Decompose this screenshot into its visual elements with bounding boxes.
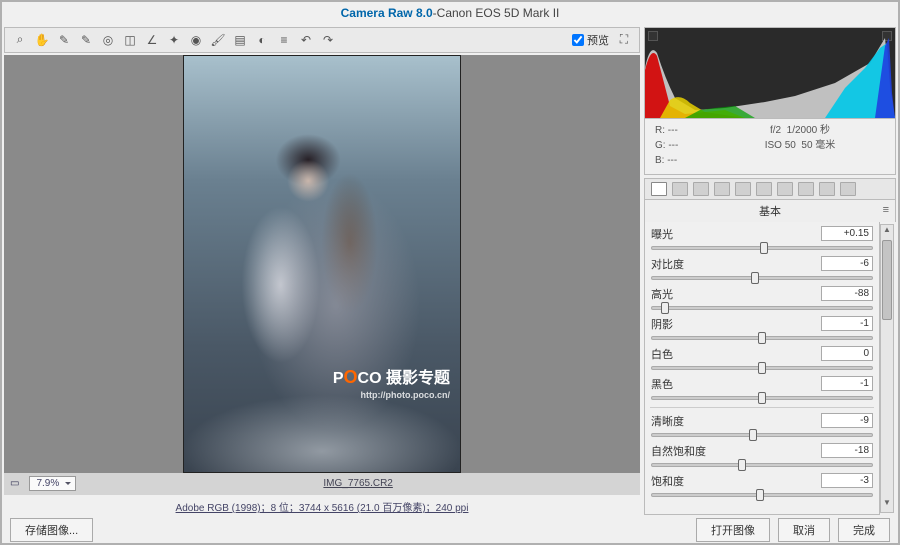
- slider-label-saturation: 饱和度: [651, 473, 817, 489]
- scroll-thumb[interactable]: [882, 240, 892, 320]
- rotate-right-icon[interactable]: ↷: [321, 33, 335, 47]
- tab-lens[interactable]: [756, 182, 772, 196]
- prefs-icon[interactable]: ≡: [277, 33, 291, 47]
- zoom-select[interactable]: 7.9%: [29, 476, 76, 491]
- tab-fx[interactable]: [777, 182, 793, 196]
- panel-scrollbar[interactable]: ▲ ▼: [880, 224, 894, 513]
- exif-panel: R: --- G: --- B: --- f/2 1/2000 秒 ISO 50…: [644, 119, 896, 175]
- preview-toggle[interactable]: 预览: [572, 32, 609, 48]
- tab-calib[interactable]: [798, 182, 814, 196]
- done-button[interactable]: 完成: [838, 518, 890, 542]
- histogram[interactable]: [644, 27, 896, 119]
- sliders-panel: 曝光 +0.15 对比度 -6 高光 -88 阴影 -1 白色 0 黑色 -1 清晰度 -9 自然饱和度 -1…: [644, 222, 880, 515]
- radial-filter-icon[interactable]: ◐: [255, 33, 269, 47]
- tab-presets[interactable]: [819, 182, 835, 196]
- slider-contrast: 对比度 -6: [648, 254, 876, 284]
- slider-saturation: 饱和度 -3: [648, 471, 876, 501]
- slider-track-highlights[interactable]: [651, 306, 873, 310]
- panel-title: 基本 ≡: [644, 200, 896, 222]
- slider-value-whites[interactable]: 0: [821, 346, 873, 361]
- slider-value-exposure[interactable]: +0.15: [821, 226, 873, 241]
- fullscreen-icon[interactable]: ⛶: [617, 33, 631, 47]
- filename-label: IMG_7765.CR2: [76, 478, 640, 489]
- slider-track-whites[interactable]: [651, 366, 873, 370]
- slider-blacks: 黑色 -1: [648, 374, 876, 404]
- targeted-adjust-icon[interactable]: ◎: [101, 33, 115, 47]
- workflow-info[interactable]: Adobe RGB (1998)；8 位；3744 x 5616 (21.0 百…: [2, 497, 642, 517]
- panel-menu-icon[interactable]: ≡: [883, 204, 889, 216]
- color-sampler-icon[interactable]: ✎: [79, 33, 93, 47]
- slider-value-clarity[interactable]: -9: [821, 413, 873, 428]
- slider-track-exposure[interactable]: [651, 246, 873, 250]
- slider-label-exposure: 曝光: [651, 226, 817, 242]
- slider-value-vibrance[interactable]: -18: [821, 443, 873, 458]
- scroll-down-icon[interactable]: ▼: [881, 498, 893, 512]
- panel-tabs: [644, 178, 896, 200]
- slider-exposure: 曝光 +0.15: [648, 224, 876, 254]
- save-image-button[interactable]: 存储图像...: [10, 518, 93, 542]
- tab-split[interactable]: [735, 182, 751, 196]
- straighten-tool-icon[interactable]: ∠: [145, 33, 159, 47]
- slider-label-contrast: 对比度: [651, 256, 817, 272]
- tab-hsl[interactable]: [714, 182, 730, 196]
- slider-value-saturation[interactable]: -3: [821, 473, 873, 488]
- crop-tool-icon[interactable]: ◫: [123, 33, 137, 47]
- hand-tool-icon[interactable]: ✋: [35, 33, 49, 47]
- slider-value-blacks[interactable]: -1: [821, 376, 873, 391]
- preview-image: POCO 摄影专题 http://photo.poco.cn/: [183, 55, 461, 473]
- slider-value-contrast[interactable]: -6: [821, 256, 873, 271]
- watermark: POCO 摄影专题 http://photo.poco.cn/: [333, 366, 450, 401]
- slider-vibrance: 自然饱和度 -18: [648, 441, 876, 471]
- eyedropper-icon[interactable]: ✎: [57, 33, 71, 47]
- redeye-tool-icon[interactable]: ◉: [189, 33, 203, 47]
- slider-label-whites: 白色: [651, 346, 817, 362]
- slider-label-shadows: 阴影: [651, 316, 817, 332]
- toolbar: ⌕ ✋ ✎ ✎ ◎ ◫ ∠ ✦ ◉ 🖌 ▤ ◐ ≡ ↶ ↷ 预览: [4, 27, 640, 53]
- rotate-left-icon[interactable]: ↶: [299, 33, 313, 47]
- title-bar: Camera Raw 8.0 - Canon EOS 5D Mark II: [2, 2, 898, 25]
- slider-track-vibrance[interactable]: [651, 463, 873, 467]
- slider-track-shadows[interactable]: [651, 336, 873, 340]
- slider-track-saturation[interactable]: [651, 493, 873, 497]
- scroll-up-icon[interactable]: ▲: [881, 225, 893, 239]
- preview-checkbox[interactable]: [572, 34, 584, 46]
- tab-basic[interactable]: [651, 182, 667, 196]
- slider-label-clarity: 清晰度: [651, 413, 817, 429]
- slider-track-contrast[interactable]: [651, 276, 873, 280]
- slider-value-highlights[interactable]: -88: [821, 286, 873, 301]
- tab-detail[interactable]: [693, 182, 709, 196]
- spot-removal-icon[interactable]: ✦: [167, 33, 181, 47]
- app-name: Camera Raw 8.0: [341, 6, 433, 20]
- open-image-button[interactable]: 打开图像: [696, 518, 770, 542]
- tab-curve[interactable]: [672, 182, 688, 196]
- tab-snapshots[interactable]: [840, 182, 856, 196]
- slider-shadows: 阴影 -1: [648, 314, 876, 344]
- slider-label-blacks: 黑色: [651, 376, 817, 392]
- image-preview-area[interactable]: POCO 摄影专题 http://photo.poco.cn/: [4, 55, 640, 473]
- slider-value-shadows[interactable]: -1: [821, 316, 873, 331]
- adjust-brush-icon[interactable]: 🖌: [211, 33, 225, 47]
- slider-clarity: 清晰度 -9: [648, 411, 876, 441]
- slider-whites: 白色 0: [648, 344, 876, 374]
- slider-track-clarity[interactable]: [651, 433, 873, 437]
- camera-model: Canon EOS 5D Mark II: [437, 6, 560, 20]
- slider-label-vibrance: 自然饱和度: [651, 443, 817, 459]
- slider-label-highlights: 高光: [651, 286, 817, 302]
- graduated-filter-icon[interactable]: ▤: [233, 33, 247, 47]
- slider-track-blacks[interactable]: [651, 396, 873, 400]
- zoom-tool-icon[interactable]: ⌕: [13, 33, 27, 47]
- slider-highlights: 高光 -88: [648, 284, 876, 314]
- cancel-button[interactable]: 取消: [778, 518, 830, 542]
